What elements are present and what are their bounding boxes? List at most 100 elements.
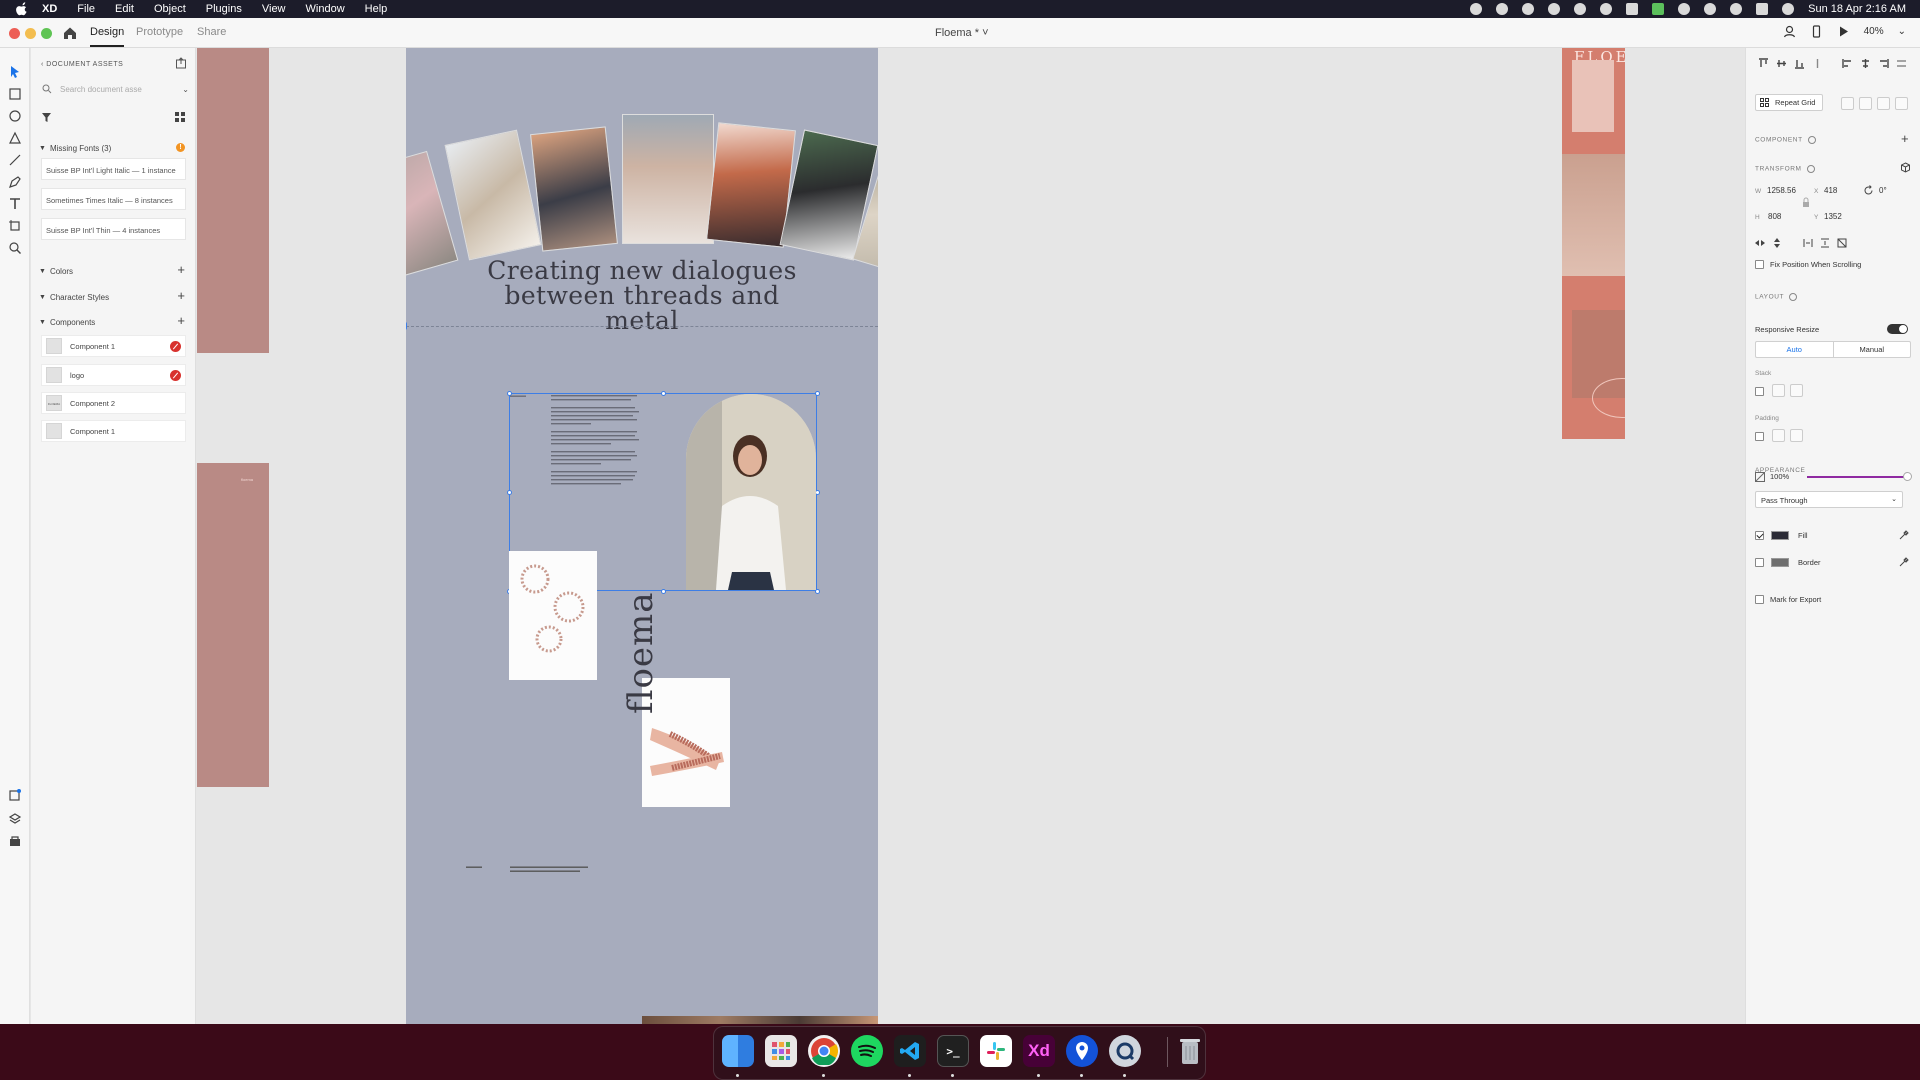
pen-tool-icon[interactable] bbox=[8, 175, 22, 189]
add-component-icon[interactable]: + bbox=[177, 314, 185, 327]
gallery-photo[interactable] bbox=[622, 114, 714, 244]
resize-handle[interactable] bbox=[661, 391, 666, 396]
export-assets-icon[interactable] bbox=[175, 57, 187, 69]
launchpad-icon[interactable] bbox=[765, 1035, 797, 1067]
add-character-style-icon[interactable]: + bbox=[177, 289, 185, 302]
body-text-block[interactable] bbox=[551, 395, 646, 515]
broken-link-icon[interactable] bbox=[170, 370, 181, 381]
rotation-field[interactable]: 0° bbox=[1879, 186, 1887, 195]
wifi-icon[interactable] bbox=[1704, 3, 1717, 15]
responsive-resize-toggle[interactable] bbox=[1887, 324, 1908, 334]
menu-plugins[interactable]: Plugins bbox=[206, 3, 242, 15]
boolean-exclude-icon[interactable] bbox=[1895, 97, 1908, 110]
vertical-spacing-icon[interactable] bbox=[1820, 238, 1830, 248]
main-artboard[interactable]: Creating new dialogues between threads a… bbox=[406, 48, 878, 1024]
fix-position-checkbox[interactable] bbox=[1755, 260, 1764, 269]
components-section[interactable]: ▼ Components + bbox=[39, 314, 189, 329]
zoom-tool-icon[interactable] bbox=[8, 241, 22, 255]
minimize-window-button[interactable] bbox=[25, 28, 36, 39]
align-left-icon[interactable] bbox=[1842, 58, 1853, 69]
padding-individual-icon[interactable] bbox=[1790, 429, 1803, 442]
align-middle-icon[interactable] bbox=[1776, 58, 1787, 69]
info-icon[interactable] bbox=[1789, 293, 1798, 301]
trash-icon[interactable] bbox=[1174, 1035, 1206, 1067]
fill-checkbox[interactable] bbox=[1755, 531, 1764, 540]
scale-icon[interactable] bbox=[1837, 238, 1847, 248]
add-component-icon[interactable]: + bbox=[1901, 131, 1909, 146]
menu-view[interactable]: View bbox=[262, 3, 286, 15]
flip-horizontal-icon[interactable] bbox=[1755, 238, 1765, 248]
distribute-vertical-icon[interactable] bbox=[1812, 58, 1823, 69]
fullscreen-window-button[interactable] bbox=[41, 28, 52, 39]
assets-panel-header[interactable]: ‹ DOCUMENT ASSETS bbox=[41, 61, 123, 68]
assets-search[interactable]: Search document asse ⌄ bbox=[39, 80, 189, 98]
chevron-down-icon[interactable]: ⌄ bbox=[182, 85, 189, 94]
apple-icon[interactable] bbox=[15, 2, 29, 16]
info-icon[interactable] bbox=[1806, 165, 1815, 173]
menu-edit[interactable]: Edit bbox=[115, 3, 134, 15]
plugins-icon[interactable] bbox=[8, 788, 22, 802]
artboard-photo[interactable] bbox=[1572, 60, 1614, 132]
menu-window[interactable]: Window bbox=[306, 3, 345, 15]
siri-icon[interactable] bbox=[1782, 3, 1795, 15]
component-item[interactable]: FLOEMA Component 2 bbox=[41, 392, 186, 414]
home-icon[interactable] bbox=[63, 26, 77, 40]
3d-transform-icon[interactable] bbox=[1900, 162, 1911, 173]
eyedropper-icon[interactable] bbox=[1899, 557, 1909, 567]
design-canvas[interactable]: floema Creating new dialogues between th… bbox=[197, 48, 1745, 1024]
menu-app-name[interactable]: XD bbox=[42, 3, 57, 15]
slack-icon[interactable] bbox=[980, 1035, 1012, 1067]
align-center-icon[interactable] bbox=[1860, 58, 1871, 69]
artboard-photo[interactable] bbox=[1562, 154, 1625, 276]
opacity-slider-knob[interactable] bbox=[1903, 472, 1912, 481]
missing-font-item[interactable]: Suisse BP Int'l Light Italic — 1 instanc… bbox=[41, 158, 186, 180]
maps-pin-icon[interactable] bbox=[1066, 1035, 1098, 1067]
padding-checkbox[interactable] bbox=[1755, 432, 1764, 441]
search-icon[interactable] bbox=[1730, 3, 1743, 15]
guide-line[interactable] bbox=[406, 326, 878, 327]
mark-for-export-checkbox[interactable] bbox=[1755, 595, 1764, 604]
stack-horizontal-icon[interactable] bbox=[1790, 384, 1803, 397]
resize-handle[interactable] bbox=[815, 391, 820, 396]
missing-fonts-section[interactable]: ▼ Missing Fonts (3) ! bbox=[39, 141, 189, 155]
boolean-subtract-icon[interactable] bbox=[1859, 97, 1872, 110]
control-center-icon[interactable] bbox=[1756, 3, 1769, 15]
artboard-thumbnail[interactable]: floema bbox=[197, 463, 269, 787]
fill-color-swatch[interactable] bbox=[1771, 531, 1789, 540]
height-field[interactable]: 808 bbox=[1768, 212, 1781, 221]
record-icon[interactable] bbox=[1470, 3, 1483, 15]
spotify-icon[interactable] bbox=[851, 1035, 883, 1067]
add-color-icon[interactable]: + bbox=[177, 263, 185, 276]
sync-icon[interactable] bbox=[1548, 3, 1561, 15]
user-icon[interactable] bbox=[1783, 25, 1796, 38]
artboard-tool-icon[interactable] bbox=[8, 219, 22, 233]
portrait-photo[interactable] bbox=[686, 394, 816, 590]
component-item[interactable]: Component 1 bbox=[41, 335, 186, 357]
search-input[interactable]: Search document asse bbox=[60, 85, 142, 94]
filter-icon[interactable] bbox=[41, 112, 52, 123]
ellipse-tool-icon[interactable] bbox=[8, 109, 22, 123]
align-right-icon[interactable] bbox=[1878, 58, 1889, 69]
opacity-slider-track[interactable] bbox=[1807, 476, 1911, 478]
component-item[interactable]: logo bbox=[41, 364, 186, 386]
y-field[interactable]: 1352 bbox=[1824, 212, 1842, 221]
chrome-icon[interactable] bbox=[808, 1035, 840, 1067]
tab-share[interactable]: Share bbox=[197, 26, 226, 38]
layers-icon[interactable] bbox=[8, 812, 22, 826]
vertical-brand-word[interactable]: floema bbox=[621, 591, 661, 714]
upload-icon[interactable] bbox=[1574, 3, 1587, 15]
resize-mode-manual[interactable]: Manual bbox=[1834, 342, 1911, 357]
second-artboard[interactable]: FLOE bbox=[1562, 48, 1625, 439]
footer-image-strip[interactable] bbox=[642, 1016, 878, 1024]
terminal-icon[interactable]: >_ bbox=[937, 1035, 969, 1067]
missing-font-item[interactable]: Sometimes Times Italic — 8 instances bbox=[41, 188, 186, 210]
keyboard-flag-icon[interactable] bbox=[1652, 3, 1665, 15]
grid-view-icon[interactable] bbox=[175, 112, 185, 122]
flip-vertical-icon[interactable] bbox=[1772, 238, 1782, 248]
x-field[interactable]: 418 bbox=[1824, 186, 1837, 195]
resize-mode-toggle[interactable]: Auto Manual bbox=[1755, 341, 1911, 358]
menubar-clock[interactable]: Sun 18 Apr 2:16 AM bbox=[1808, 3, 1906, 15]
broken-link-icon[interactable] bbox=[170, 341, 181, 352]
align-bottom-icon[interactable] bbox=[1794, 58, 1805, 69]
padding-uniform-icon[interactable] bbox=[1772, 429, 1785, 442]
